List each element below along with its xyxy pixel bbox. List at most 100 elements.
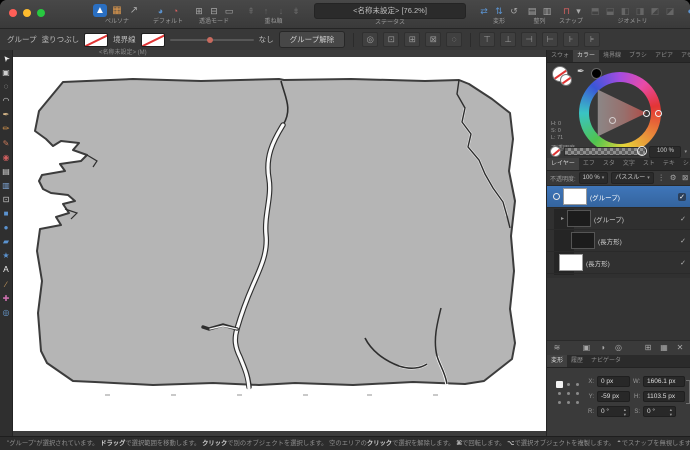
- layer-thumbnail[interactable]: [567, 210, 592, 227]
- ellipse-tool[interactable]: ●: [4, 223, 9, 232]
- boolean-divide-icon[interactable]: ◩: [649, 4, 661, 18]
- default-fill-icon[interactable]: ◕: [155, 4, 167, 18]
- vector-brush-tool[interactable]: ✎: [3, 139, 10, 148]
- pencil-tool[interactable]: ✏: [3, 124, 10, 133]
- align-left-icon[interactable]: ⊣: [521, 32, 538, 47]
- boolean-combine-icon[interactable]: ◪: [664, 4, 676, 18]
- star-tool[interactable]: ★: [2, 251, 9, 260]
- align-middle-icon[interactable]: ⊧: [584, 32, 601, 47]
- artistic-text-tool[interactable]: A: [3, 265, 9, 274]
- layer-label[interactable]: (グループ): [590, 192, 620, 202]
- anchor-point-selector[interactable]: [555, 380, 582, 407]
- opacity-value[interactable]: 100 %: [649, 145, 682, 158]
- stroke-selector-swatch[interactable]: [560, 74, 572, 86]
- stroke-width-slider[interactable]: [169, 34, 254, 46]
- tab-swatches[interactable]: スウォ: [547, 50, 573, 62]
- eyedropper-icon[interactable]: ✒: [577, 66, 585, 77]
- contour-tool[interactable]: ◌: [4, 82, 9, 91]
- node-tool[interactable]: ▣: [2, 68, 10, 77]
- layer-row-rectangle[interactable]: (長方形) ✓: [547, 252, 690, 274]
- width-field[interactable]: 1606.1 px: [643, 376, 685, 387]
- align-center-icon[interactable]: ⊦: [563, 32, 580, 47]
- tab-color[interactable]: カラー: [573, 50, 600, 62]
- snapping-dropdown-icon[interactable]: ▾: [576, 4, 582, 18]
- move-tool[interactable]: ➤: [0, 53, 11, 64]
- canvas-viewport[interactable]: <名称未設定> (M): [13, 50, 547, 437]
- triangle-marker-secondary[interactable]: [609, 117, 616, 124]
- align-icon[interactable]: ▤: [526, 4, 538, 18]
- layer-opacity-value[interactable]: 100 % ▾: [578, 172, 609, 184]
- layer-label[interactable]: (グループ): [594, 214, 624, 224]
- artboard[interactable]: [13, 57, 547, 431]
- distribute-icon[interactable]: ▥: [541, 4, 553, 18]
- designer-persona-icon[interactable]: ▲: [93, 4, 107, 17]
- pixel-view-icon[interactable]: ⊟: [208, 4, 220, 18]
- tab-assets[interactable]: アセ: [677, 50, 690, 62]
- align-right-icon[interactable]: ⊢: [542, 32, 559, 47]
- layer-thumbnail[interactable]: [571, 232, 595, 249]
- tab-styles[interactable]: スタ: [599, 158, 619, 170]
- outline-view-icon[interactable]: ▭: [223, 4, 235, 18]
- y-field[interactable]: -59 px: [597, 391, 630, 402]
- layer-label[interactable]: (長方形): [598, 236, 622, 246]
- layer-thumbnail[interactable]: [563, 188, 587, 205]
- point-transform-tool[interactable]: ✚: [3, 294, 10, 303]
- tab-brushes[interactable]: ブラシ: [625, 50, 651, 62]
- flip-vertical-icon[interactable]: ⇅: [493, 4, 505, 18]
- layer-visibility-check[interactable]: ✓: [678, 192, 686, 201]
- place-image-tool[interactable]: ▥: [2, 181, 10, 190]
- fill-color-swatch[interactable]: [84, 32, 109, 47]
- show-orientation-icon[interactable]: ◌: [446, 32, 463, 47]
- tab-effects[interactable]: エフ: [579, 158, 599, 170]
- transform-objects-icon[interactable]: ⊠: [425, 32, 442, 47]
- add-layer-icon[interactable]: ⊞: [643, 341, 653, 355]
- expand-arrow-icon[interactable]: ▸: [561, 215, 564, 222]
- tab-appearance[interactable]: アピア: [651, 50, 677, 62]
- mask-layer-icon[interactable]: ▣: [582, 341, 592, 355]
- group-layers-icon[interactable]: ▦: [659, 341, 669, 355]
- height-field[interactable]: 1103.5 px: [643, 391, 685, 402]
- document-tab-label[interactable]: <名称未設定> (M): [99, 50, 147, 57]
- export-persona-icon[interactable]: ↗: [127, 4, 141, 18]
- layer-row-group-selected[interactable]: (グループ) ✓: [547, 186, 690, 208]
- layer-label[interactable]: (長方形): [586, 258, 610, 268]
- fill-tool[interactable]: ◉: [3, 153, 10, 162]
- boolean-intersect-icon[interactable]: ◧: [619, 4, 631, 18]
- layer-thumbnail[interactable]: [559, 254, 583, 271]
- vector-crop-tool[interactable]: ⊡: [3, 195, 10, 204]
- link-dimensions-icon[interactable]: [686, 380, 690, 404]
- tab-symbols[interactable]: シン: [679, 158, 690, 170]
- rotation-center-icon[interactable]: ◎: [362, 32, 379, 47]
- cycle-selection-icon[interactable]: ⊡: [383, 32, 400, 47]
- tab-navigator[interactable]: ナビゲータ: [587, 355, 625, 367]
- tab-text[interactable]: テキ: [659, 158, 679, 170]
- rectangle-tool[interactable]: ■: [4, 209, 9, 218]
- blend-options-icon[interactable]: ⋮: [657, 171, 666, 185]
- tab-layers[interactable]: レイヤー: [547, 158, 579, 170]
- opacity-slider[interactable]: [564, 146, 648, 156]
- close-window-button[interactable]: [9, 9, 17, 17]
- selection-box-icon[interactable]: ⊞: [404, 32, 421, 47]
- zoom-window-button[interactable]: [37, 9, 45, 17]
- vector-view-icon[interactable]: ⊞: [193, 4, 205, 18]
- move-to-back-icon[interactable]: ⇟: [290, 4, 302, 18]
- boolean-subtract-icon[interactable]: ⬓: [604, 4, 616, 18]
- pixel-persona-icon[interactable]: ▦: [110, 4, 124, 18]
- default-reset-icon[interactable]: ◔: [170, 4, 182, 18]
- stroke-width-tool[interactable]: ∕: [5, 280, 6, 289]
- noise-swatch[interactable]: [550, 146, 561, 157]
- stroke-width-value[interactable]: なし: [259, 34, 274, 45]
- insert-behind-icon[interactable]: ◐: [684, 4, 690, 18]
- minimize-window-button[interactable]: [23, 9, 31, 17]
- hue-ring-marker[interactable]: [655, 110, 662, 117]
- layer-visibility-check[interactable]: ✓: [680, 259, 686, 267]
- pen-tool[interactable]: ✒: [3, 110, 10, 119]
- delete-layer-icon[interactable]: ✕: [675, 341, 685, 355]
- tab-transform[interactable]: 変形: [547, 355, 568, 367]
- move-backward-icon[interactable]: ↓: [275, 4, 287, 18]
- shear-field[interactable]: 0 ° ▴ ▾: [643, 406, 676, 417]
- lock-icon[interactable]: ⊠: [681, 171, 690, 185]
- rotation-field[interactable]: 0 ° ▴ ▾: [597, 406, 630, 417]
- tab-character[interactable]: 文字: [619, 158, 639, 170]
- edit-target-dot[interactable]: [553, 193, 560, 200]
